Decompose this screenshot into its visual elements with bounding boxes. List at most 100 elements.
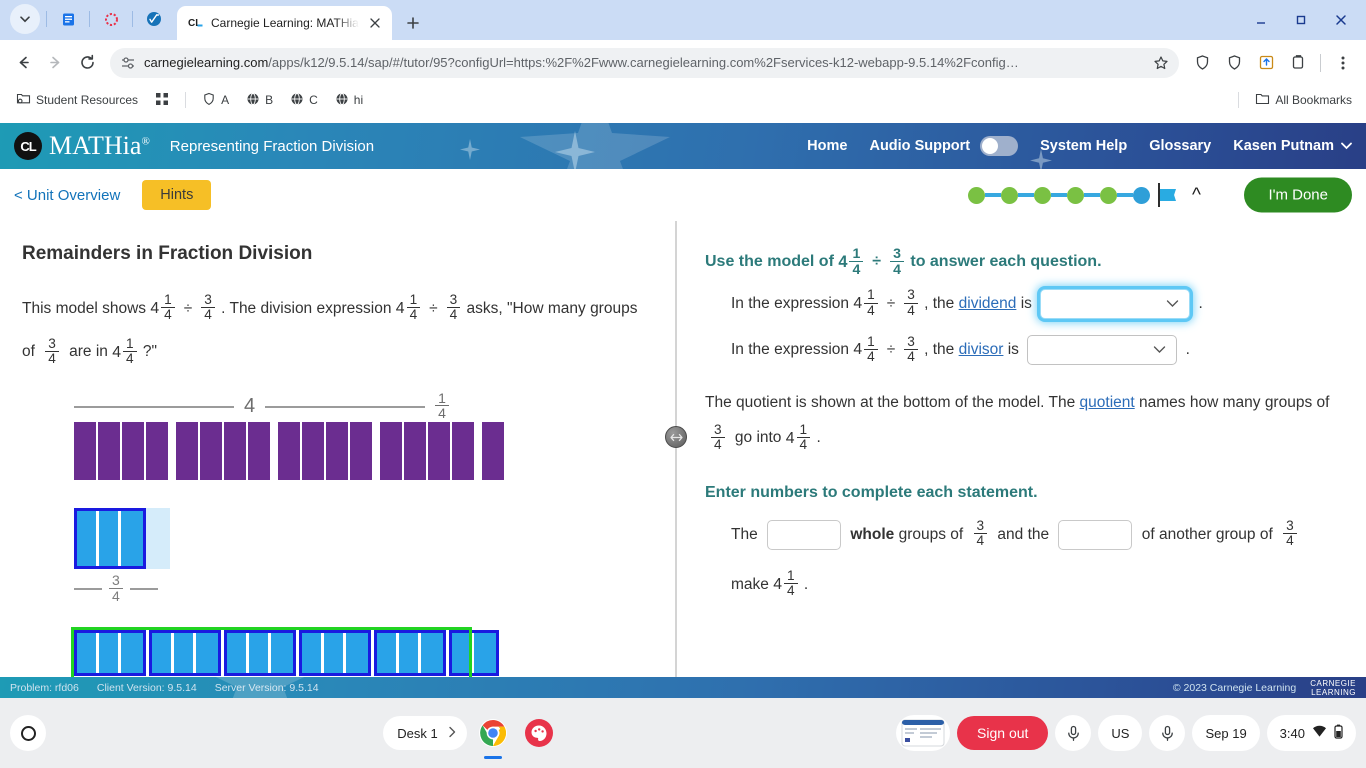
math-app-icon[interactable] [139,4,169,34]
remainder-fraction-input[interactable] [1058,519,1133,550]
progress-dot-1[interactable] [968,186,985,204]
close-icon[interactable] [366,14,384,32]
mixed-number: 414 [112,331,138,374]
unit-overview-link[interactable]: < Unit Overview [14,187,120,204]
hints-button[interactable]: Hints [142,180,212,210]
bookmark-a[interactable]: A [196,89,235,112]
q1-part-1: In the expression [731,295,850,313]
tune-icon[interactable] [120,55,136,71]
all-bookmarks-label: All Bookmarks [1275,93,1352,107]
microphone-icon[interactable] [1055,715,1092,751]
mathia-logo-text: MATHia® [49,131,150,161]
nav-user-menu[interactable]: Kasen Putnam [1233,138,1352,154]
bookmark-student-resources[interactable]: Student Resources [10,88,144,112]
footer-copyright: © 2023 Carnegie Learning [1172,681,1297,694]
division-operator: ÷ [429,300,438,317]
divisor-select[interactable] [1027,335,1178,366]
microphone-icon[interactable] [1149,715,1186,751]
bookmark-hi[interactable]: hi [329,89,369,112]
bookmark-b[interactable]: B [240,89,279,112]
forward-arrow-icon[interactable] [40,48,70,78]
install-icon[interactable] [1251,48,1281,78]
window-thumbnail[interactable] [896,715,951,751]
denominator: 4 [406,307,421,322]
bookmark-c[interactable]: C [284,89,324,112]
purple-bar [278,421,300,480]
shield-icon[interactable] [1219,48,1249,78]
progress-dot-3[interactable] [1034,186,1051,204]
numerator: 3 [449,292,458,308]
browser-tab[interactable]: CL Carnegie Learning: MATHia - Re [177,6,392,40]
reload-icon[interactable] [72,48,102,78]
address-bar[interactable]: carnegielearning.com/apps/k12/9.5.14/sap… [110,47,1179,78]
bookmark-label: A [221,93,230,107]
nav-audio-support: Audio Support [869,138,971,154]
denominator: 4 [45,350,59,366]
im-done-button[interactable]: I'm Done [1244,177,1352,213]
fraction: 34 [890,245,904,277]
all-bookmarks-button[interactable]: All Bookmarks [1249,88,1358,112]
division-operator: ÷ [886,341,896,359]
splitter-line [675,221,677,698]
chrome-icon[interactable] [473,713,513,753]
statement-row: The whole groups of 34 and the of anothe… [705,510,1344,610]
chevron-up-icon[interactable]: ^ [1192,186,1201,205]
mixed-number: 414 [773,560,799,610]
chevron-right-icon[interactable] [448,726,457,741]
sign-out-button[interactable]: Sign out [957,716,1049,750]
back-arrow-icon[interactable] [8,48,38,78]
brace-line-left [74,405,234,408]
numerator: 1 [867,333,875,349]
panel-splitter[interactable] [665,221,687,698]
glossary-link-divisor[interactable]: divisor [959,341,1004,358]
chevron-down-icon[interactable] [10,4,40,34]
clipboard-icon[interactable] [1283,48,1313,78]
progress-dot-6-current[interactable] [1133,186,1150,204]
bookmark-label: Student Resources [36,93,139,107]
status-tray[interactable]: 3:40 [1266,715,1356,751]
footer-server-version: Server Version: 9.5.14 [214,681,319,694]
chevron-down-icon [1153,327,1166,373]
whole-groups-input[interactable] [767,519,842,550]
progress-dot-5[interactable] [1100,186,1117,204]
quotient-paragraph: The quotient is shown at the bottom of t… [705,385,1344,455]
numerator: 1 [867,287,875,303]
whole-part: 4 [838,253,848,271]
nav-home[interactable]: Home [807,138,847,154]
progress-tracker: ^ [968,183,1201,207]
audio-support-toggle[interactable] [980,136,1019,156]
keyboard-language[interactable]: US [1098,715,1143,751]
shield-icon[interactable] [1187,48,1217,78]
quotient-part-2: names how many [1139,394,1261,412]
nav-system-help[interactable]: System Help [1040,138,1127,154]
q2-period: . [1185,341,1190,359]
paint-icon[interactable] [519,713,559,753]
record-icon[interactable] [96,4,126,34]
star-decoration [520,123,670,169]
kebab-menu-icon[interactable] [1328,48,1358,78]
glossary-link-dividend[interactable]: dividend [959,295,1017,312]
star-icon[interactable] [1149,51,1173,75]
progress-dot-4[interactable] [1067,186,1084,204]
purple-bar [302,421,324,480]
bookmarks-bar: Student Resources A B C hi All Bookmarks [0,85,1366,115]
footer-right: © 2023 Carnegie Learning CARNEGIE LEARNI… [1173,679,1356,697]
nav-glossary[interactable]: Glossary [1149,138,1211,154]
dividend-select[interactable] [1040,289,1191,320]
os-taskbar: Desk 1 Sign out US Sep 19 3:40 [0,698,1366,768]
window-controls [1242,6,1360,34]
launcher-icon[interactable] [10,715,46,751]
numerator: 1 [164,292,172,308]
desk-switcher[interactable]: Desk 1 [383,716,467,750]
date-display[interactable]: Sep 19 [1192,715,1260,751]
bookmark-apps-grid[interactable] [149,89,175,112]
purple-bar [176,421,198,480]
new-tab-button[interactable] [399,9,427,37]
progress-dot-2[interactable] [1001,186,1018,204]
purple-bar [224,421,246,480]
maximize-icon[interactable] [1282,6,1320,34]
minimize-icon[interactable] [1242,6,1280,34]
reading-list-icon[interactable] [53,4,83,34]
close-icon[interactable] [1322,6,1360,34]
glossary-link-quotient[interactable]: quotient [1080,394,1135,411]
